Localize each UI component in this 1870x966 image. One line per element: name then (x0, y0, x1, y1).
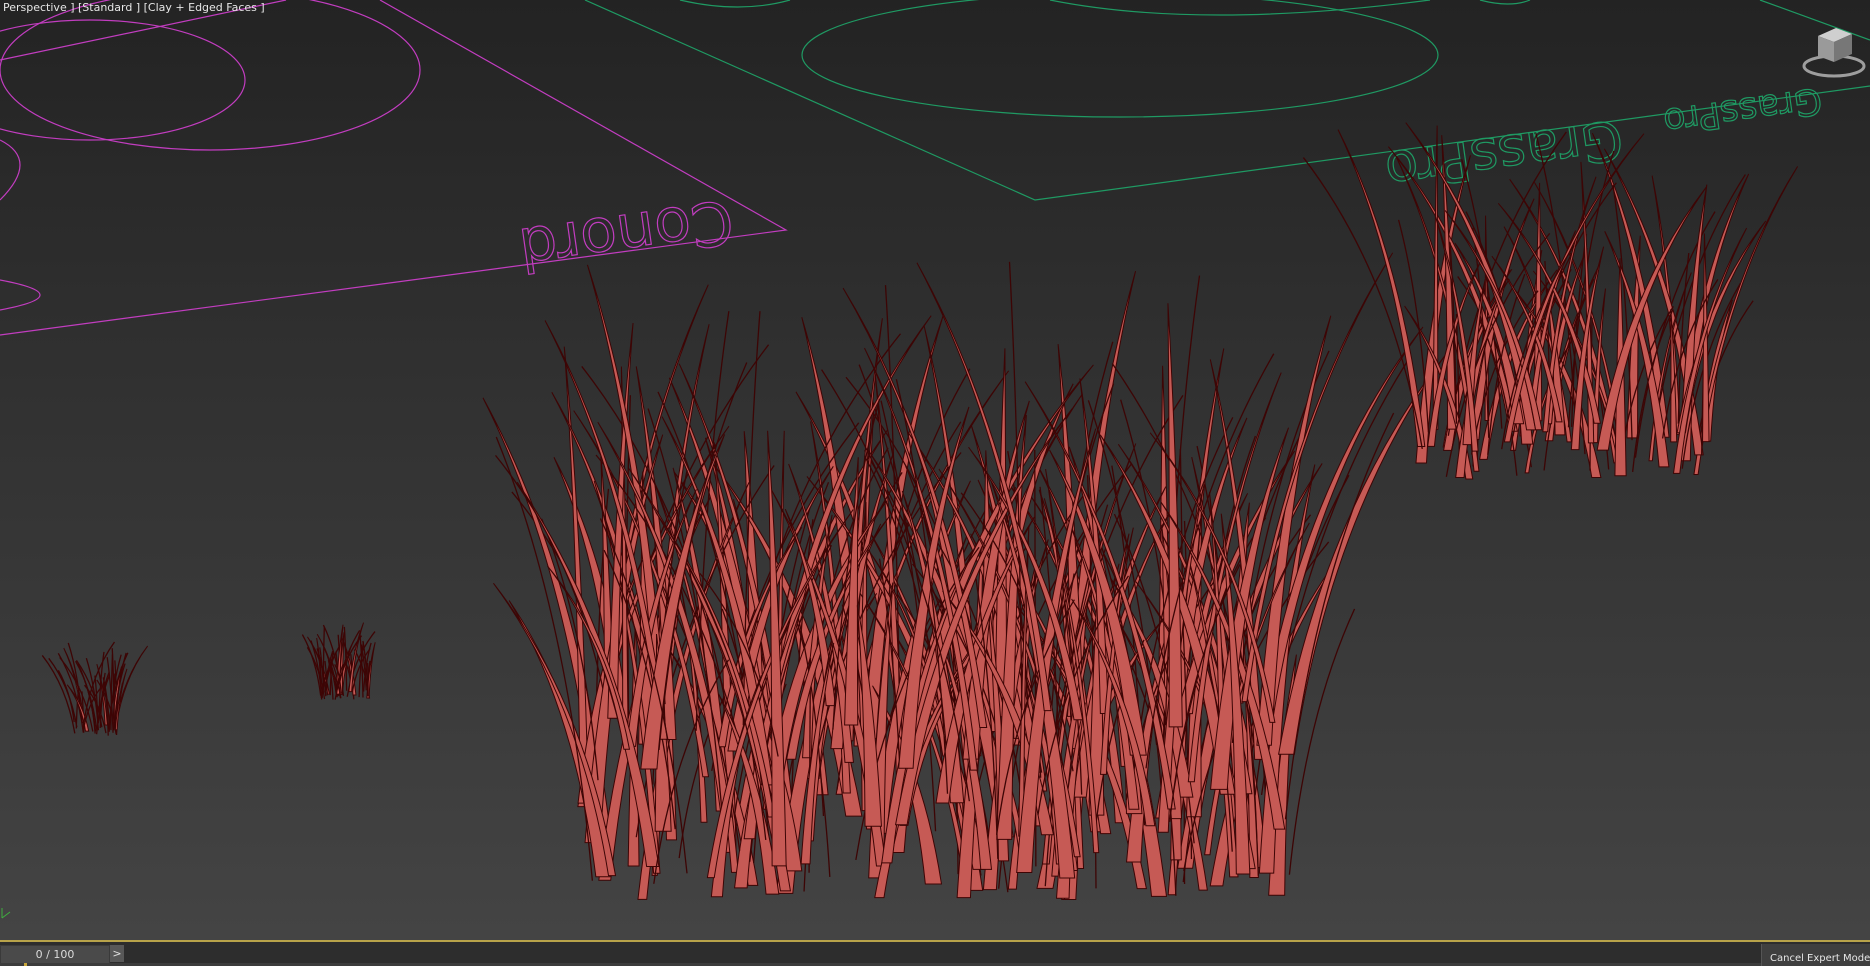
grass-blade (41, 655, 76, 734)
time-slider-next-button[interactable]: > (110, 945, 124, 962)
perspective-viewport[interactable]: Perspective ] [Standard ] [Clay + Edged … (0, 0, 1870, 940)
time-slider[interactable]: 0 / 100 (0, 945, 110, 964)
scene-canvas: Conord GrassPro GrassPro (0, 0, 1870, 919)
grass-clump-large[interactable] (482, 252, 1446, 901)
grass-blade (366, 663, 369, 697)
grass-blade (1288, 608, 1356, 875)
viewport-pov-menu[interactable]: Perspective ] (3, 1, 75, 14)
axis-tripod-icon (1, 908, 11, 919)
viewport-label[interactable]: Perspective ] [Standard ] [Clay + Edged … (0, 0, 268, 15)
viewport-display-mode-menu[interactable]: [Clay + Edged Faces ] (144, 1, 265, 14)
svg-text:GrassPro: GrassPro (1661, 79, 1825, 142)
cancel-expert-mode-button[interactable]: Cancel Expert Mode (1761, 944, 1870, 966)
viewport-shading-preset-menu[interactable]: [Standard ] (78, 1, 140, 14)
viewcube-icon[interactable] (1798, 22, 1868, 84)
grass-clump-small-1[interactable] (41, 641, 149, 736)
svg-text:Conord: Conord (515, 185, 738, 284)
right-plane-text-2: GrassPro (1660, 78, 1825, 142)
time-bar: 0 / 100 > Cancel Expert Mode (0, 942, 1870, 966)
left-plane (0, 0, 788, 336)
left-plane-text: Conord (514, 185, 738, 285)
grass-blade (343, 626, 348, 691)
grass-clump-small-2[interactable] (301, 622, 376, 700)
